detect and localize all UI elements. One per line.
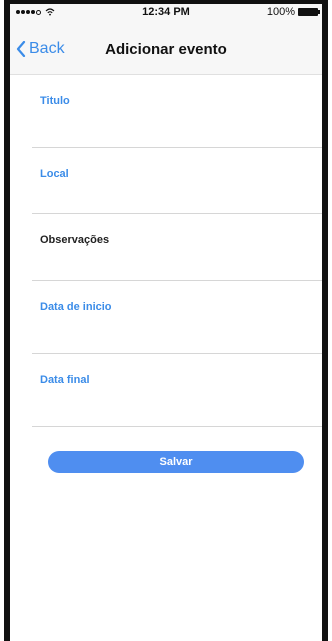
phone-frame: 12:34 PM 100% Back Adicionar evento Titu… <box>4 0 328 641</box>
data-inicio-input[interactable] <box>40 319 316 341</box>
field-label-data-final: Data final <box>40 374 90 386</box>
field-label-data-inicio: Data de inicio <box>40 301 112 313</box>
page-title: Adicionar evento <box>105 41 227 58</box>
titulo-input[interactable] <box>40 113 316 135</box>
battery-icon <box>298 8 320 16</box>
field-data-final: Data final <box>32 354 322 427</box>
field-titulo: Titulo <box>32 75 322 148</box>
observacoes-input[interactable] <box>40 252 316 274</box>
status-bar: 12:34 PM 100% <box>10 4 322 22</box>
field-label-observacoes: Observações <box>40 234 110 246</box>
local-input[interactable] <box>40 186 316 208</box>
battery-percent: 100% <box>266 6 295 18</box>
field-label-local: Local <box>40 168 69 180</box>
data-final-input[interactable] <box>40 392 316 414</box>
navigation-bar: Back Adicionar evento <box>10 22 322 75</box>
event-form: Titulo Local Observações Data de inicio … <box>10 75 322 427</box>
save-button[interactable]: Salvar <box>48 451 304 473</box>
field-observacoes: Observações <box>32 214 322 281</box>
field-data-inicio: Data de inicio <box>32 281 322 354</box>
field-label-titulo: Titulo <box>40 95 70 107</box>
field-local: Local <box>32 148 322 214</box>
status-right: 100% <box>266 6 320 18</box>
